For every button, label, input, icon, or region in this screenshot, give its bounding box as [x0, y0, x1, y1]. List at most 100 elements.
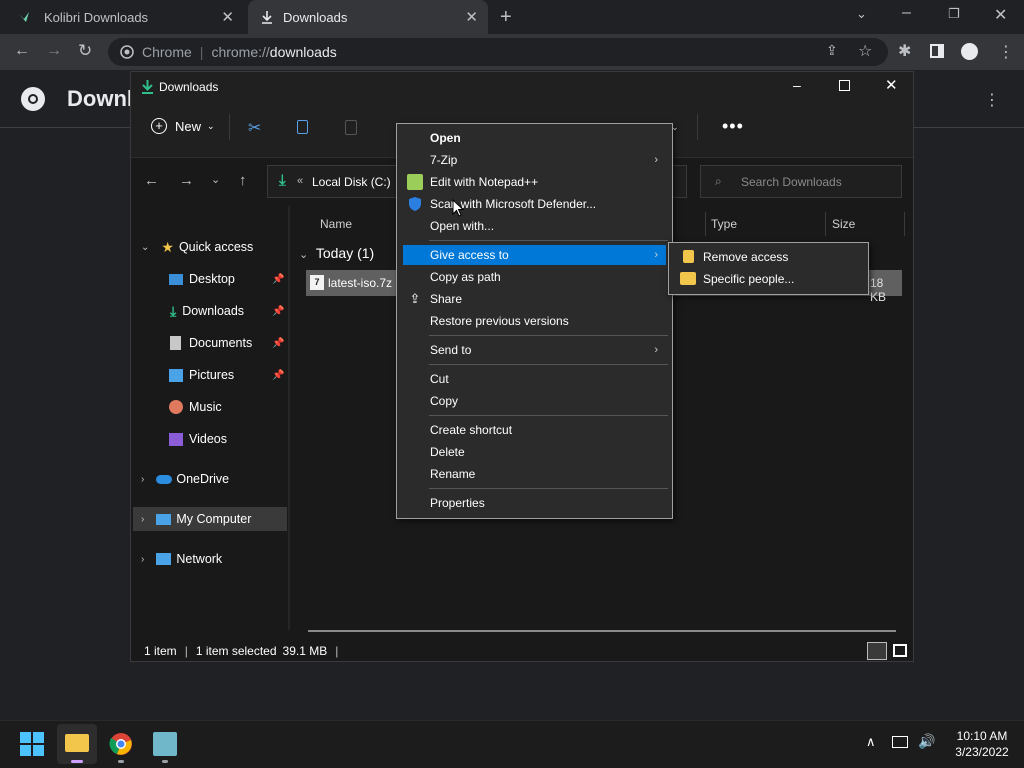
windows-start-icon[interactable]	[20, 732, 44, 756]
menu-item-open-with[interactable]: Open with...	[403, 216, 666, 236]
nav-item-videos[interactable]: Videos	[131, 427, 289, 451]
explorer-title-bar: Downloads – ✕	[131, 72, 913, 102]
network-icon	[156, 553, 172, 565]
tab-kolibri-downloads[interactable]: Kolibri Downloads ✕	[0, 0, 244, 34]
omnibox-host: Chrome	[142, 44, 192, 60]
pin-icon: 📌	[272, 273, 285, 285]
status-bar: 1 item | 1 item selected 39.1 MB |	[131, 640, 913, 662]
copy-icon[interactable]	[297, 120, 308, 134]
menu-item-edit-notepad[interactable]: Edit with Notepad++	[403, 172, 666, 192]
profile-avatar[interactable]	[961, 43, 978, 60]
omnibox[interactable]: Chrome | chrome://downloads	[108, 38, 888, 66]
cut-icon[interactable]: ✂	[248, 118, 261, 138]
back-icon[interactable]: ←	[144, 172, 159, 189]
forward-icon[interactable]: →	[179, 172, 194, 189]
give-access-submenu: Remove access Specific people...	[668, 242, 869, 295]
close-window-icon[interactable]: ✕	[994, 5, 1007, 25]
side-panel-icon[interactable]	[930, 44, 944, 58]
kolibri-icon	[19, 12, 29, 22]
new-tab-icon[interactable]: +	[500, 6, 512, 29]
address-bar[interactable]: ⤓ « Local Disk (C:)	[267, 165, 402, 198]
tab-search-icon[interactable]: ⌄	[856, 6, 867, 22]
nav-network[interactable]: › Network	[131, 547, 289, 571]
menu-item-open[interactable]: Open	[403, 128, 666, 148]
close-tab-icon[interactable]: ✕	[221, 8, 234, 26]
column-name[interactable]: Name	[320, 217, 352, 231]
download-icon	[262, 11, 272, 24]
up-icon[interactable]: ↑	[239, 172, 247, 189]
omnibox-scheme: chrome://	[211, 44, 270, 60]
share-icon[interactable]: ⇪	[826, 42, 838, 59]
bookmark-star-icon[interactable]: ☆	[858, 41, 872, 61]
new-button[interactable]: + New ⌄	[151, 118, 215, 134]
maximize-icon[interactable]	[839, 80, 850, 91]
menu-item-rename[interactable]: Rename	[403, 464, 666, 484]
reload-icon[interactable]: ↻	[78, 41, 92, 61]
close-tab-icon[interactable]: ✕	[465, 8, 478, 26]
recent-locations-icon[interactable]: ⌄	[211, 173, 220, 186]
see-more-icon[interactable]: •••	[722, 116, 744, 137]
menu-item-7zip[interactable]: 7-Zip ›	[403, 150, 666, 170]
menu-item-remove-access[interactable]: Remove access	[675, 247, 862, 267]
menu-item-restore-versions[interactable]: Restore previous versions	[403, 311, 666, 331]
nav-item-desktop[interactable]: Desktop 📌	[131, 267, 289, 291]
menu-item-send-to[interactable]: Send to ›	[403, 340, 666, 360]
nav-onedrive[interactable]: › OneDrive	[131, 467, 289, 491]
paste-icon[interactable]	[345, 120, 357, 135]
details-view-icon[interactable]	[867, 642, 887, 660]
minimize-icon[interactable]: –	[902, 4, 911, 22]
nav-my-computer[interactable]: › My Computer	[133, 507, 287, 531]
taskbar-chrome-icon[interactable]	[109, 732, 133, 756]
back-icon[interactable]: ←	[14, 42, 30, 60]
people-folder-icon	[680, 272, 696, 285]
file-name: latest-iso.7z	[328, 276, 393, 290]
close-window-icon[interactable]: ✕	[885, 76, 898, 94]
downloads-folder-icon	[142, 80, 153, 94]
menu-item-scan-defender[interactable]: Scan with Microsoft Defender...	[403, 194, 666, 214]
taskbar-app-icon[interactable]	[153, 732, 177, 756]
menu-item-copy[interactable]: Copy	[403, 391, 666, 411]
column-type[interactable]: Type	[711, 217, 737, 231]
nav-item-documents[interactable]: Documents 📌	[131, 331, 289, 355]
tab-downloads[interactable]: Downloads ✕	[248, 0, 488, 34]
tiles-view-icon[interactable]	[893, 644, 907, 657]
menu-item-copy-as-path[interactable]: Copy as path	[403, 267, 666, 287]
show-hidden-icons-icon[interactable]: ∧	[866, 734, 876, 750]
extensions-icon[interactable]: ✱	[898, 41, 911, 61]
volume-icon[interactable]: 🔊	[918, 733, 935, 750]
taskbar-clock[interactable]: 10:10 AM 3/23/2022	[942, 728, 1022, 760]
menu-item-delete[interactable]: Delete	[403, 442, 666, 462]
page-menu-icon[interactable]: ⋮	[984, 90, 1000, 110]
horizontal-scrollbar[interactable]	[308, 630, 896, 632]
restore-icon[interactable]: ❐	[948, 6, 960, 22]
forward-icon[interactable]: →	[46, 42, 62, 60]
lock-icon	[683, 250, 694, 263]
menu-item-specific-people[interactable]: Specific people...	[675, 269, 862, 289]
menu-item-give-access[interactable]: Give access to ›	[403, 245, 666, 265]
status-selected: 1 item selected	[195, 644, 277, 658]
nav-item-music[interactable]: Music	[131, 395, 289, 419]
desktop-icon	[169, 273, 183, 285]
notepad-plus-plus-icon	[407, 174, 423, 190]
network-status-icon[interactable]	[892, 736, 908, 748]
group-header[interactable]: ⌄ Today (1)	[299, 245, 374, 261]
menu-item-cut[interactable]: Cut	[403, 369, 666, 389]
column-size[interactable]: Size	[832, 217, 855, 231]
menu-item-properties[interactable]: Properties	[403, 493, 666, 513]
nav-item-downloads[interactable]: ⤓ Downloads 📌	[131, 299, 289, 323]
nav-quick-access[interactable]: ⌄ ★ Quick access	[131, 235, 289, 259]
search-box[interactable]: ⌕ Search Downloads	[700, 165, 902, 198]
chevron-down-icon: ⌄	[141, 241, 150, 253]
chevron-right-icon: ›	[654, 154, 658, 166]
minimize-icon[interactable]: –	[793, 77, 801, 93]
7zip-file-icon: 7	[310, 275, 324, 290]
pin-icon: 📌	[272, 305, 285, 317]
menu-item-create-shortcut[interactable]: Create shortcut	[403, 420, 666, 440]
pin-icon: 📌	[272, 369, 285, 381]
nav-item-pictures[interactable]: Pictures 📌	[131, 363, 289, 387]
chevron-right-icon: ›	[141, 553, 145, 565]
menu-item-share[interactable]: ⇪ Share	[403, 289, 666, 309]
browser-menu-icon[interactable]: ⋮	[998, 42, 1014, 62]
download-icon: ⤓	[170, 302, 177, 319]
taskbar-file-explorer[interactable]	[57, 724, 97, 764]
